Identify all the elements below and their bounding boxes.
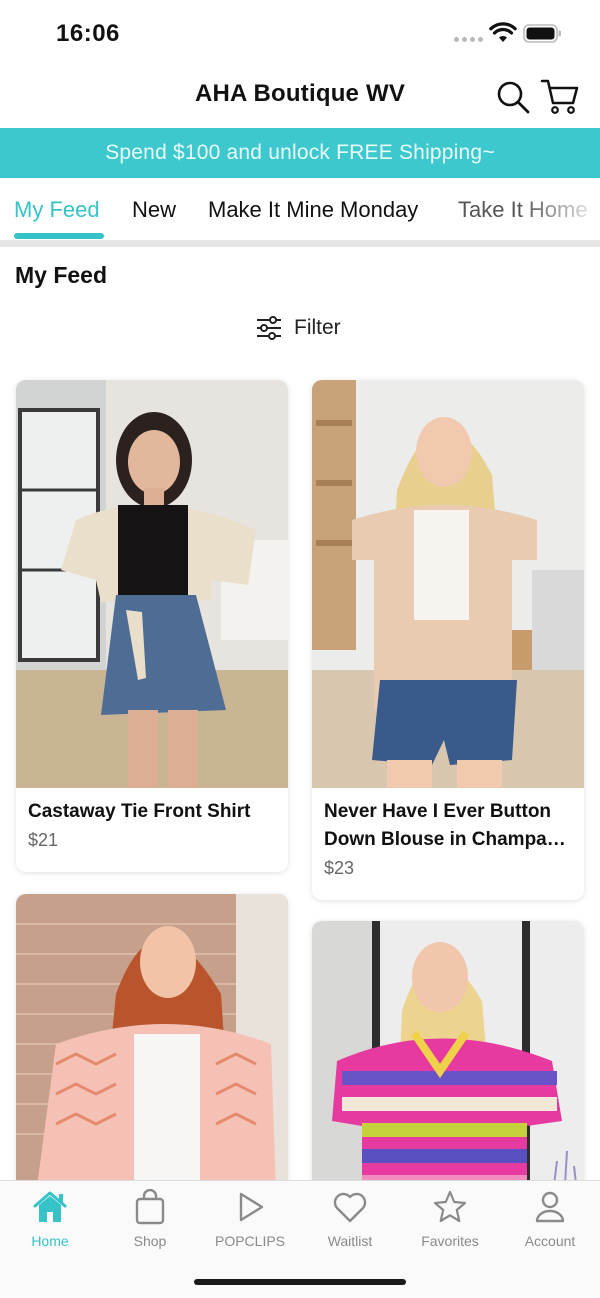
product-name-line1: Never Have I Ever Button [324, 801, 552, 822]
promo-text: Spend $100 and unlock FREE Shipping~ [105, 141, 495, 164]
home-icon [33, 1191, 67, 1222]
bag-icon [135, 1189, 165, 1225]
product-card[interactable]: Castaway Tie Front Shirt $21 [16, 380, 288, 872]
star-icon [433, 1190, 467, 1223]
status-bar: 16:06 [0, 0, 600, 66]
battery-icon [523, 24, 561, 43]
filter-label: Filter [294, 316, 341, 339]
nav-popclips[interactable]: POPCLIPS [200, 1189, 300, 1249]
nav-popclips-label: POPCLIPS [214, 1233, 286, 1249]
signal-dots-icon [454, 37, 483, 42]
nav-account[interactable]: Account [500, 1189, 600, 1249]
tabs-fade [520, 178, 600, 242]
product-image [312, 380, 584, 788]
heart-icon [333, 1192, 367, 1223]
nav-shop-label: Shop [133, 1233, 167, 1249]
nav-shop[interactable]: Shop [100, 1189, 200, 1249]
person-icon [535, 1191, 565, 1223]
tab-make-it-mine-monday[interactable]: Make It Mine Monday [208, 197, 418, 223]
nav-favorites-label: Favorites [421, 1233, 479, 1249]
product-card[interactable] [16, 894, 288, 1194]
play-icon [239, 1192, 264, 1222]
product-price: $21 [28, 830, 59, 850]
filter-sliders-icon [257, 316, 281, 340]
product-image [16, 380, 288, 788]
product-card[interactable]: Never Have I Ever Button Down Blouse in … [312, 380, 584, 900]
product-image [16, 894, 288, 1194]
cart-icon[interactable] [540, 78, 580, 116]
nav-favorites[interactable]: Favorites [400, 1189, 500, 1249]
nav-waitlist-label: Waitlist [327, 1233, 373, 1249]
filter-button[interactable]: Filter [256, 312, 341, 344]
product-card[interactable] [312, 921, 584, 1201]
promo-banner[interactable]: Spend $100 and unlock FREE Shipping~ [0, 128, 600, 178]
status-time: 16:06 [56, 20, 120, 47]
nav-account-label: Account [524, 1233, 576, 1249]
wifi-icon [489, 22, 517, 42]
home-indicator [194, 1279, 406, 1285]
tab-my-feed[interactable]: My Feed [14, 197, 100, 223]
section-title: My Feed [15, 262, 108, 288]
nav-waitlist[interactable]: Waitlist [300, 1189, 400, 1249]
tabs-divider [0, 240, 600, 247]
active-tab-indicator [14, 233, 104, 239]
search-icon[interactable] [496, 80, 530, 114]
nav-home-label: Home [31, 1233, 69, 1249]
tab-new[interactable]: New [132, 197, 176, 223]
app-header: AHA Boutique WV [0, 66, 600, 128]
product-name-line2: Down Blouse in Champa… [324, 829, 566, 850]
nav-home[interactable]: Home [0, 1189, 100, 1249]
product-name: Castaway Tie Front Shirt [28, 801, 251, 822]
product-image [312, 921, 584, 1201]
product-price: $23 [324, 858, 355, 878]
